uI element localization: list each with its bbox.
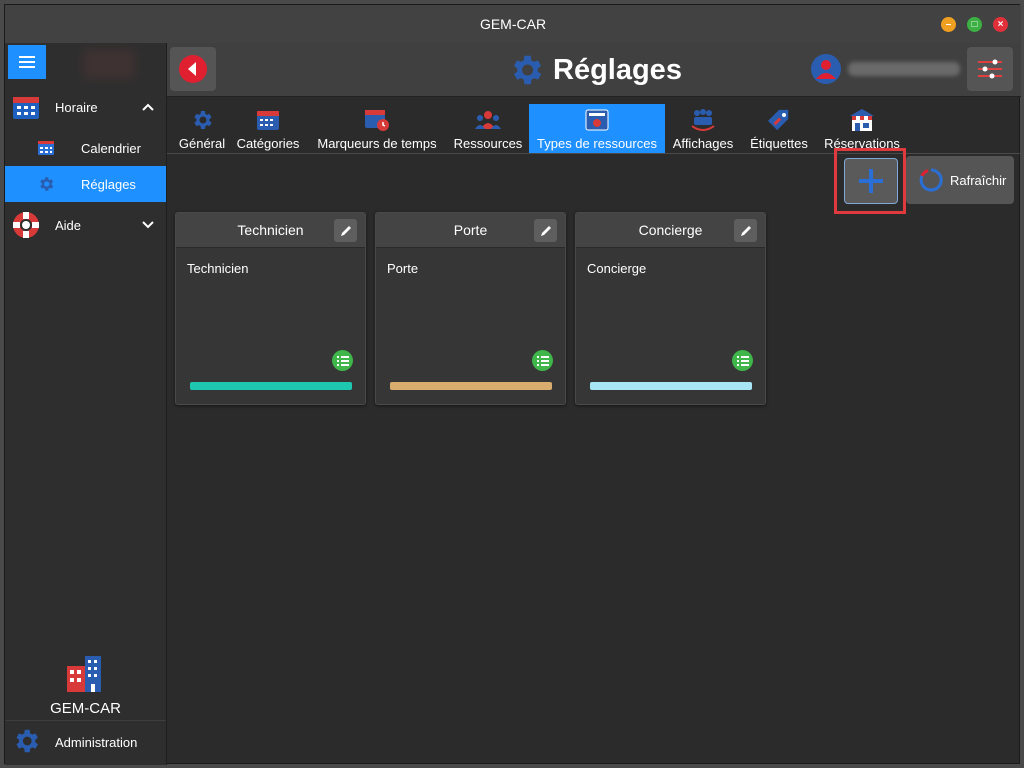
- refresh-button[interactable]: Rafraîchir: [906, 156, 1014, 204]
- storefront-icon: [849, 107, 875, 133]
- add-resource-type-button[interactable]: [844, 158, 898, 204]
- pencil-icon: [540, 225, 551, 236]
- administration-button[interactable]: Administration: [5, 720, 166, 764]
- list-button[interactable]: [532, 350, 553, 371]
- color-bar: [390, 382, 552, 390]
- tab-label: Types de ressources: [537, 136, 657, 151]
- tab-general[interactable]: Général: [172, 104, 232, 153]
- tab-reservations[interactable]: Réservations: [821, 104, 903, 153]
- header: Réglages: [167, 43, 1021, 97]
- edit-button[interactable]: [534, 219, 557, 242]
- tab-label: Catégories: [236, 136, 300, 151]
- minimize-button[interactable]: –: [941, 17, 956, 32]
- card-header: Porte: [376, 213, 565, 248]
- card-description: Concierge: [587, 261, 647, 276]
- refresh-label: Rafraîchir: [950, 172, 1007, 188]
- calendar-grid-icon: [255, 107, 281, 133]
- color-bar: [590, 382, 752, 390]
- card-title: Concierge: [638, 222, 703, 238]
- edit-button[interactable]: [734, 219, 757, 242]
- sidebar-item-label: Calendrier: [81, 140, 141, 156]
- tag-icon: [766, 107, 792, 133]
- pencil-icon: [740, 225, 751, 236]
- app-logo: GEM-CAR: [5, 648, 166, 718]
- list-button[interactable]: [732, 350, 753, 371]
- resource-type-card: Technicien Technicien: [175, 212, 366, 405]
- building-icon: [67, 656, 101, 692]
- tab-label: Affichages: [672, 136, 734, 151]
- user-profile[interactable]: [810, 53, 960, 85]
- sidebar: Horaire Calendrier Réglages Aide GEM-CAR…: [5, 43, 167, 765]
- list-icon: [736, 355, 749, 366]
- gear-icon: [189, 107, 215, 133]
- page-title: Réglages: [507, 49, 682, 91]
- sidebar-item-label: Aide: [55, 217, 82, 233]
- user-name-blurred: [848, 62, 960, 76]
- card-title: Technicien: [237, 222, 304, 238]
- chevron-up-icon[interactable]: [142, 103, 154, 111]
- sliders-icon: [978, 59, 1002, 79]
- administration-label: Administration: [55, 735, 138, 750]
- card-header: Technicien: [176, 213, 365, 248]
- tab-marqueurs-de-temps[interactable]: Marqueurs de temps: [312, 104, 442, 153]
- tab-affichages[interactable]: Affichages: [667, 104, 739, 153]
- tab-label: Marqueurs de temps: [317, 136, 437, 151]
- back-button[interactable]: [170, 47, 216, 91]
- card-title: Porte: [453, 222, 488, 238]
- resource-type-card: Porte Porte: [375, 212, 566, 405]
- color-bar: [190, 382, 352, 390]
- calendar-icon: [11, 92, 41, 122]
- sidebar-item-horaire[interactable]: Horaire: [5, 89, 166, 125]
- page-title-text: Réglages: [553, 53, 682, 86]
- app-window: GEM-CAR – □ × Horaire Calendrier Réglage…: [4, 4, 1021, 765]
- list-button[interactable]: [332, 350, 353, 371]
- lifebuoy-icon: [11, 210, 41, 240]
- calendar-icon: [31, 133, 61, 163]
- edit-button[interactable]: [334, 219, 357, 242]
- tab-types-de-ressources[interactable]: Types de ressources: [529, 104, 665, 153]
- card-description: Porte: [387, 261, 419, 276]
- card-header: Concierge: [576, 213, 765, 248]
- title-bar: GEM-CAR – □ ×: [5, 5, 1021, 43]
- sidebar-item-reglages[interactable]: Réglages: [5, 166, 166, 202]
- window-title: GEM-CAR: [479, 16, 547, 32]
- id-card-icon: [584, 107, 610, 133]
- pencil-icon: [340, 225, 351, 236]
- people-group-icon: [475, 107, 501, 133]
- back-arrow-icon: [179, 55, 207, 83]
- sidebar-item-label: Horaire: [55, 99, 98, 115]
- avatar-icon: [811, 54, 841, 84]
- sidebar-item-label: Réglages: [81, 176, 136, 192]
- audience-icon: [690, 107, 716, 133]
- refresh-icon: [919, 168, 943, 192]
- hamburger-icon: [19, 56, 35, 68]
- tab-ressources[interactable]: Ressources: [449, 104, 527, 153]
- close-button[interactable]: ×: [993, 17, 1008, 32]
- blurred-logo: [83, 49, 135, 79]
- gear-icon: [31, 169, 61, 199]
- tab-etiquettes[interactable]: Étiquettes: [745, 104, 813, 153]
- tab-label: Étiquettes: [750, 136, 808, 151]
- sidebar-item-calendrier[interactable]: Calendrier: [5, 130, 166, 166]
- tab-label: Ressources: [453, 136, 523, 151]
- hamburger-menu-button[interactable]: [8, 45, 46, 79]
- maximize-button[interactable]: □: [967, 17, 982, 32]
- settings-sliders-button[interactable]: [967, 47, 1013, 91]
- list-icon: [536, 355, 549, 366]
- sidebar-item-aide[interactable]: Aide: [5, 207, 166, 243]
- plus-icon: [859, 169, 883, 193]
- logo-text: GEM-CAR: [50, 700, 121, 717]
- resource-type-card: Concierge Concierge: [575, 212, 766, 405]
- gear-icon: [11, 726, 41, 759]
- settings-tabs: Général Catégories Marqueurs de temps Re…: [167, 104, 1021, 154]
- chevron-down-icon[interactable]: [142, 221, 154, 229]
- calendar-clock-icon: [364, 107, 390, 133]
- tab-label: Général: [178, 136, 226, 151]
- tab-categories[interactable]: Catégories: [232, 104, 304, 153]
- card-description: Technicien: [187, 261, 249, 276]
- gear-icon: [513, 55, 542, 85]
- list-icon: [336, 355, 349, 366]
